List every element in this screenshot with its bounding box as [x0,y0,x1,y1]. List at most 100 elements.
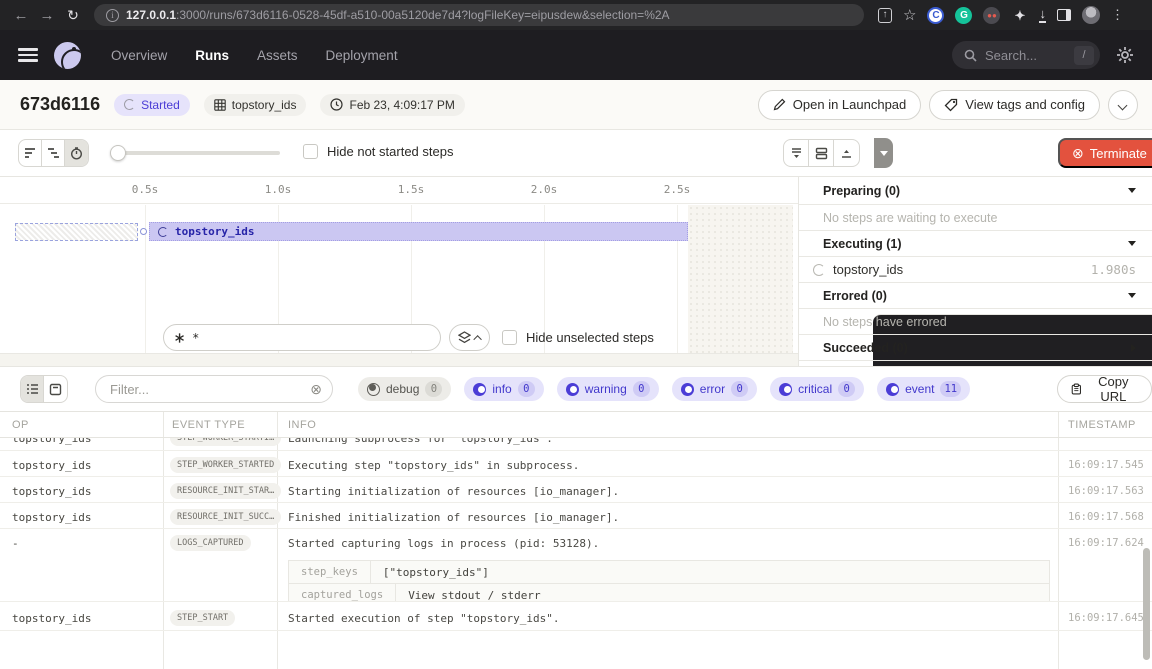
view-tags-config-button[interactable]: View tags and config [929,90,1100,120]
checkbox[interactable] [303,144,318,159]
reexecute-dropdown-button[interactable] [874,138,893,168]
section-title: Succeeded (0) [799,341,908,355]
selection-value-field[interactable] [192,331,430,345]
log-row[interactable]: topstory_ids RESOURCE_INIT_STAR… Startin… [0,477,1152,503]
step-name: topstory_ids [833,262,903,277]
op-cell: topstory_ids [12,438,91,445]
level-toggle-warning[interactable]: warning0 [557,377,659,401]
checkbox[interactable] [502,330,517,345]
sidebar-toggle-icon[interactable] [1057,9,1071,21]
extension-icon-1[interactable]: C [927,7,944,24]
terminate-button[interactable]: ⊗ Terminate [1058,138,1152,168]
nav-item-deployment[interactable]: Deployment [326,48,398,63]
extensions-puzzle-icon[interactable]: ✦ [1011,7,1028,24]
back-icon[interactable]: ← [8,7,34,24]
open-launchpad-button[interactable]: Open in Launchpad [758,90,921,120]
gantt-view-toggle [18,139,89,167]
download-icon[interactable]: ↓ [1039,8,1046,23]
site-info-icon[interactable]: i [106,9,119,22]
level-toggle-event[interactable]: event11 [877,377,970,401]
run-header: 673d6116 Started topstory_ids Feb 23, 4:… [0,80,1152,130]
dagster-logo[interactable] [54,42,81,69]
hide-unselected-checkbox-row[interactable]: Hide unselected steps [502,330,654,345]
level-toggle-debug[interactable]: debug0 [358,377,451,401]
nav-item-overview[interactable]: Overview [111,48,167,63]
level-toggle-info[interactable]: info0 [464,377,543,401]
level-toggle-error[interactable]: error0 [672,377,757,401]
log-row-partial[interactable]: topstory_ids STEP_WORKER_STARTI… Launchi… [0,438,1152,451]
extension-icon-2[interactable]: G [955,7,972,24]
url-path: :3000/runs/673d6116-0528-45df-a510-00a51… [176,8,670,22]
preparing-empty-row: No steps are waiting to execute [799,205,1152,231]
search-icon [964,49,977,62]
hide-not-started-checkbox-row[interactable]: Hide not started steps [303,144,453,159]
flat-view-button[interactable] [19,140,42,166]
filter-field[interactable] [110,382,310,397]
section-executing[interactable]: Executing (1) [799,231,1152,257]
waterfall-view-button[interactable] [42,140,65,166]
timed-view-button[interactable] [65,140,88,166]
job-tag[interactable]: topstory_ids [204,94,307,116]
toggle-icon [779,383,792,396]
url-bar[interactable]: i 127.0.0.1:3000/runs/673d6116-0528-45df… [94,4,864,26]
nav-item-assets[interactable]: Assets [257,48,298,63]
gantt-pending-box [15,223,138,241]
axis-tick: 2.5s [664,183,691,196]
nav-item-runs[interactable]: Runs [195,48,229,63]
section-succeeded[interactable]: Succeeded (0) [799,335,1152,361]
job-grid-icon [214,99,226,111]
run-id: 673d6116 [20,94,100,115]
structured-view-button[interactable] [44,376,67,402]
log-row[interactable]: topstory_ids STEP_WORKER_STARTED Executi… [0,451,1152,477]
section-errored[interactable]: Errored (0) [799,283,1152,309]
zoom-slider[interactable] [112,151,280,155]
spinner-icon [124,99,135,110]
zoom-slider-knob[interactable] [110,145,126,161]
selection-options-button[interactable] [449,324,490,351]
caret-down-icon [1128,188,1136,193]
share-icon[interactable]: ↑ [878,8,892,23]
axis-tick: 2.0s [531,183,558,196]
gantt-step-bar[interactable]: topstory_ids [149,222,688,241]
level-toggle-critical[interactable]: critical0 [770,377,864,401]
browser-menu-icon[interactable]: ⋮ [1111,7,1124,23]
spinner-icon [158,227,168,237]
bookmark-star-icon[interactable]: ☆ [903,6,916,24]
expand-up-button[interactable] [834,140,859,166]
info-cell: Launching subprocess for "topstory_ids". [288,438,553,445]
level-count: 11 [940,381,961,397]
search-input[interactable]: Search... / [952,41,1100,69]
tag-icon [944,98,958,112]
log-row[interactable]: topstory_ids STEP_START Started executio… [0,602,1152,631]
browser-chrome: ← → ↻ i 127.0.0.1:3000/runs/673d6116-052… [0,0,1152,30]
col-header-info: INFO [288,419,316,431]
app-window: ← → ↻ i 127.0.0.1:3000/runs/673d6116-052… [0,0,1152,669]
log-row-logs-captured[interactable]: - LOGS_CAPTURED Started capturing logs i… [0,529,1152,602]
clear-filter-icon[interactable]: ⊗ [310,381,322,398]
scrollbar-thumb[interactable] [1143,548,1150,660]
log-filter-input[interactable]: ⊗ [95,375,333,403]
run-actions-menu-button[interactable] [1108,90,1138,120]
event-type-badge: STEP_WORKER_STARTI… [170,438,281,446]
hamburger-icon[interactable] [18,48,38,62]
reload-icon[interactable]: ↻ [60,7,86,24]
copy-url-button[interactable]: Copy URL [1057,375,1152,403]
forward-icon[interactable]: → [34,7,60,24]
section-preparing[interactable]: Preparing (0) [799,177,1152,205]
step-selection-input[interactable] [163,324,441,351]
op-cell: - [12,537,19,550]
split-view-button[interactable] [809,140,834,166]
list-view-button[interactable] [21,376,44,402]
log-row[interactable]: topstory_ids RESOURCE_INIT_SUCC… Finishe… [0,503,1152,529]
layers-icon [458,331,471,344]
browser-avatar[interactable] [1082,6,1100,24]
gear-icon[interactable] [1116,46,1134,64]
op-cell: topstory_ids [12,511,91,524]
collapse-down-button[interactable] [784,140,809,166]
extension-icon-3[interactable]: ●● [983,7,1000,24]
executing-step-row[interactable]: topstory_ids 1.980s [799,257,1152,283]
captured-logs-link[interactable]: View stdout / stderr [396,589,552,602]
section-title: Errored (0) [799,289,887,303]
level-count: 0 [838,381,855,397]
gantt-scrollbar-gutter[interactable] [0,353,798,367]
